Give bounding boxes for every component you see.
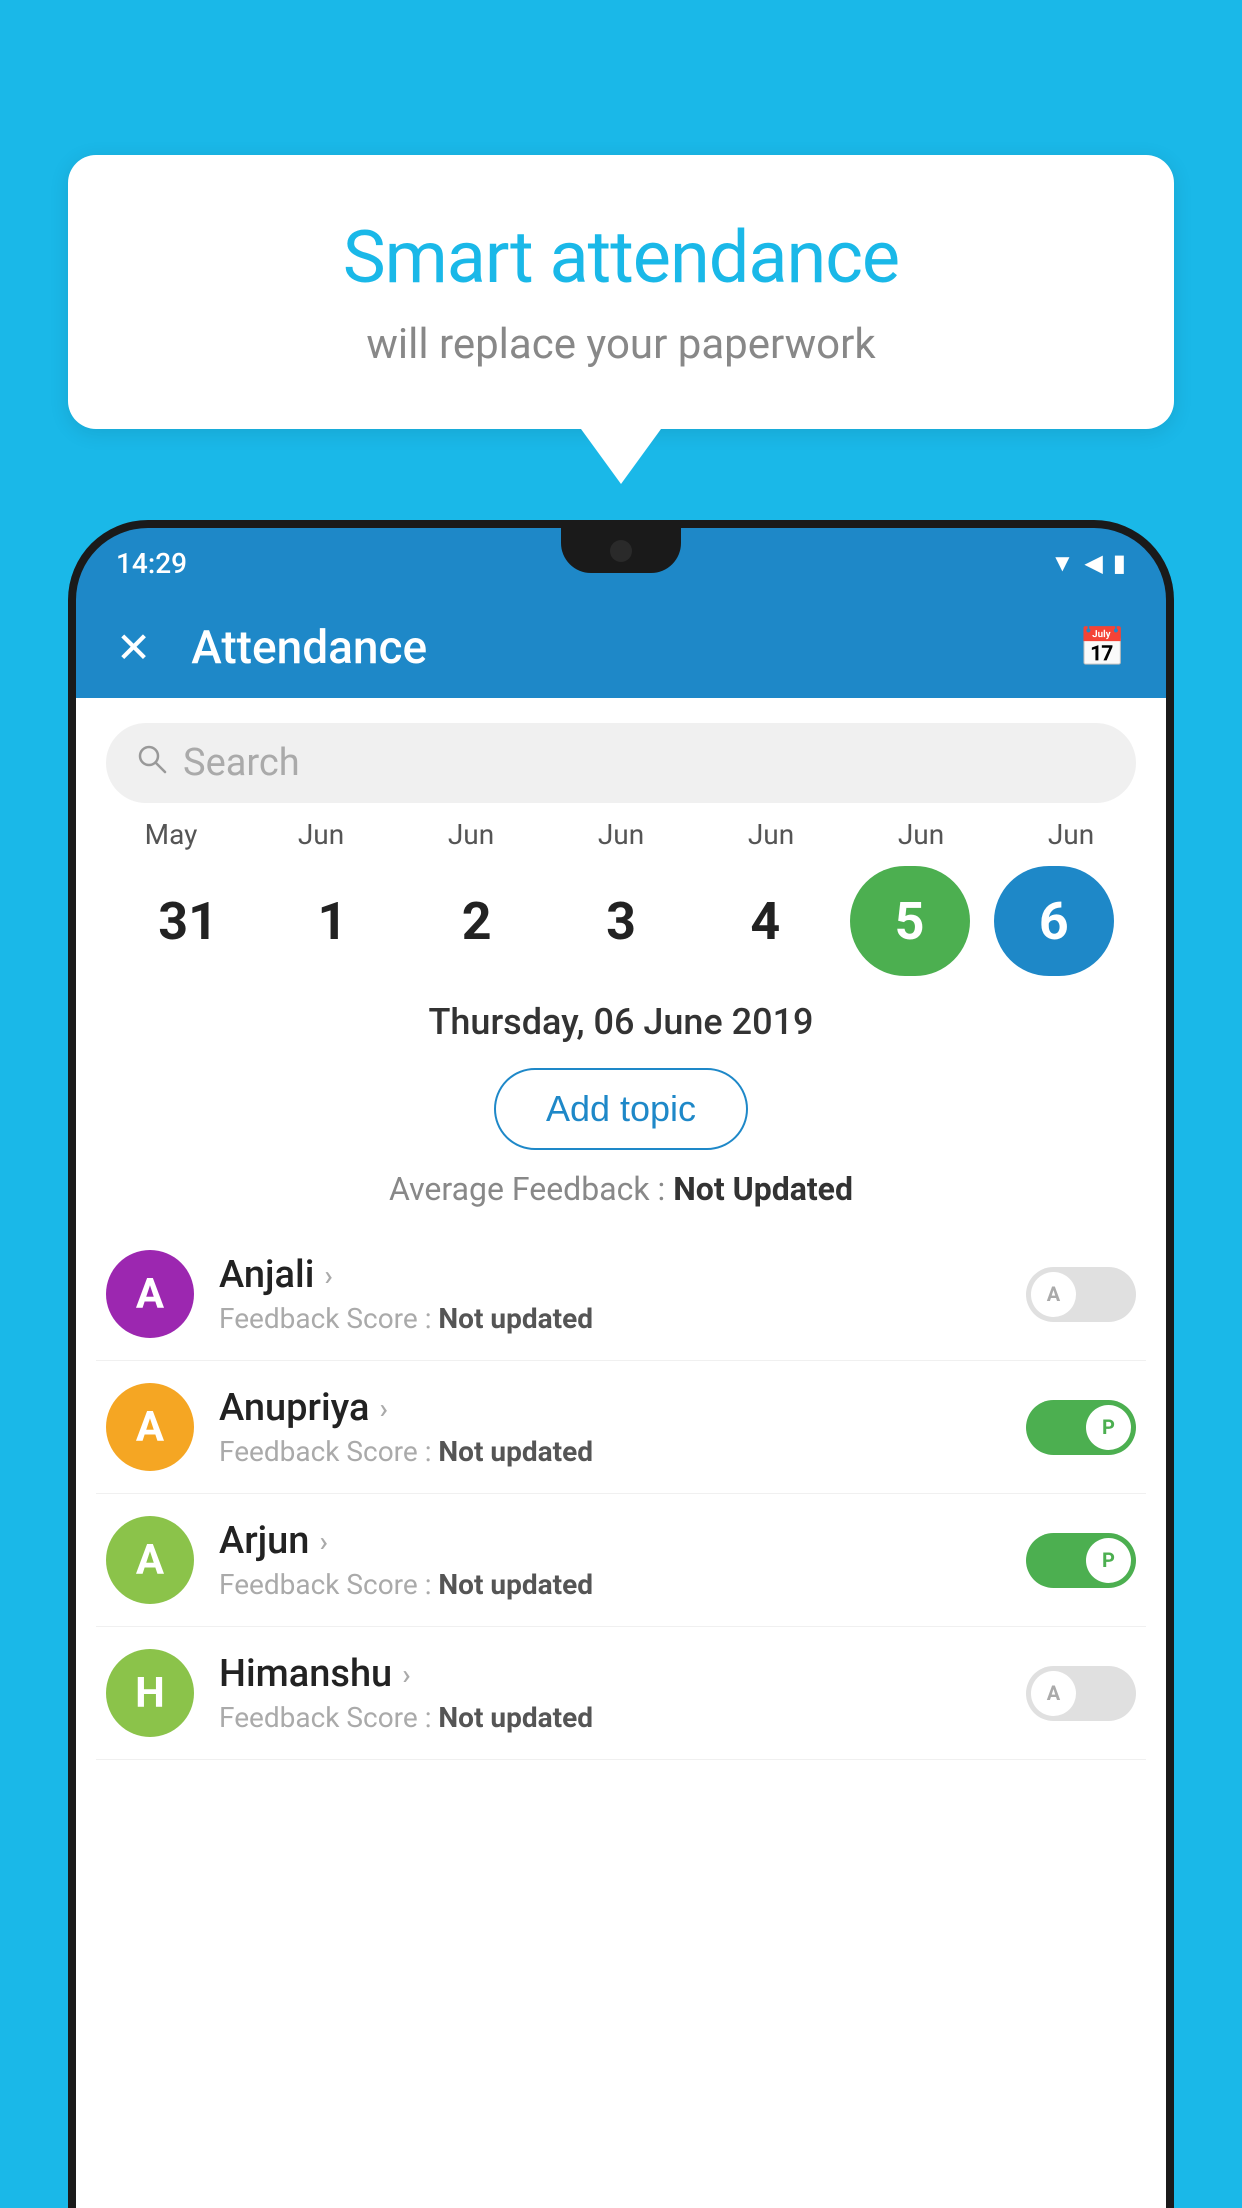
speech-bubble-title: Smart attendance	[128, 215, 1114, 300]
student-list: A Anjali › Feedback Score : Not updated …	[76, 1228, 1166, 1760]
screen-content: Search May Jun Jun Jun Jun Jun Jun	[76, 698, 1166, 2208]
student-item-himanshu[interactable]: H Himanshu › Feedback Score : Not update…	[96, 1627, 1146, 1760]
cal-month-3: Jun	[561, 818, 681, 851]
header-title: Attendance	[191, 621, 1078, 675]
chevron-icon: ›	[402, 1658, 410, 1691]
search-bar[interactable]: Search	[106, 723, 1136, 803]
cal-month-5: Jun	[861, 818, 981, 851]
toggle-knob-himanshu: A	[1031, 1671, 1076, 1716]
search-input[interactable]: Search	[183, 741, 300, 785]
cal-month-2: Jun	[411, 818, 531, 851]
student-name-anjali: Anjali ›	[219, 1253, 1026, 1297]
toggle-knob-anjali: A	[1031, 1272, 1076, 1317]
student-feedback-arjun: Feedback Score : Not updated	[219, 1568, 1026, 1601]
app-header: ✕ Attendance 📅	[76, 598, 1166, 698]
student-feedback-himanshu: Feedback Score : Not updated	[219, 1701, 1026, 1734]
cal-day-4[interactable]: 4	[705, 866, 825, 976]
status-time: 14:29	[116, 547, 187, 580]
avatar-anjali: A	[106, 1250, 194, 1338]
student-item-arjun[interactable]: A Arjun › Feedback Score : Not updated P	[96, 1494, 1146, 1627]
avatar-arjun: A	[106, 1516, 194, 1604]
student-info-arjun: Arjun › Feedback Score : Not updated	[219, 1519, 1026, 1601]
wifi-icon: ▼	[1051, 549, 1075, 578]
student-info-anjali: Anjali › Feedback Score : Not updated	[219, 1253, 1026, 1335]
toggle-arjun[interactable]: P	[1026, 1533, 1136, 1588]
cal-month-4: Jun	[711, 818, 831, 851]
camera	[610, 540, 632, 562]
status-icons: ▼ ◀ ▮	[1051, 549, 1126, 578]
calendar-section: May Jun Jun Jun Jun Jun Jun 31 1 2 3 4 5…	[76, 818, 1166, 976]
toggle-anupriya[interactable]: P	[1026, 1400, 1136, 1455]
cal-day-6[interactable]: 6	[994, 866, 1114, 976]
student-item-anupriya[interactable]: A Anupriya › Feedback Score : Not update…	[96, 1361, 1146, 1494]
cal-day-0[interactable]: 31	[128, 866, 248, 976]
student-name-anupriya: Anupriya ›	[219, 1386, 1026, 1430]
student-info-himanshu: Himanshu › Feedback Score : Not updated	[219, 1652, 1026, 1734]
close-button[interactable]: ✕	[116, 623, 151, 673]
speech-bubble-subtitle: will replace your paperwork	[128, 320, 1114, 369]
phone-frame: 14:29 ▼ ◀ ▮ ✕ Attendance 📅	[68, 520, 1174, 2208]
speech-bubble: Smart attendance will replace your paper…	[68, 155, 1174, 429]
selected-date: Thursday, 06 June 2019	[76, 976, 1166, 1058]
calendar-days: 31 1 2 3 4 5 6	[96, 856, 1146, 976]
student-name-arjun: Arjun ›	[219, 1519, 1026, 1563]
avatar-anupriya: A	[106, 1383, 194, 1471]
cal-day-1[interactable]: 1	[272, 866, 392, 976]
search-icon	[136, 743, 168, 783]
student-info-anupriya: Anupriya › Feedback Score : Not updated	[219, 1386, 1026, 1468]
cal-month-1: Jun	[261, 818, 381, 851]
toggle-knob-arjun: P	[1086, 1538, 1131, 1583]
toggle-himanshu[interactable]: A	[1026, 1666, 1136, 1721]
notch	[561, 528, 681, 573]
signal-icon: ◀	[1084, 549, 1102, 577]
avg-feedback-value: Not Updated	[673, 1170, 853, 1208]
avatar-himanshu: H	[106, 1649, 194, 1737]
cal-day-5[interactable]: 5	[850, 866, 970, 976]
avg-feedback-label: Average Feedback :	[389, 1170, 673, 1208]
student-name-himanshu: Himanshu ›	[219, 1652, 1026, 1696]
cal-day-3[interactable]: 3	[561, 866, 681, 976]
chevron-icon: ›	[324, 1259, 332, 1292]
cal-day-2[interactable]: 2	[417, 866, 537, 976]
speech-bubble-container: Smart attendance will replace your paper…	[68, 155, 1174, 484]
chevron-icon: ›	[379, 1392, 387, 1425]
avg-feedback: Average Feedback : Not Updated	[76, 1170, 1166, 1208]
student-feedback-anjali: Feedback Score : Not updated	[219, 1302, 1026, 1335]
cal-month-6: Jun	[1011, 818, 1131, 851]
student-feedback-anupriya: Feedback Score : Not updated	[219, 1435, 1026, 1468]
calendar-icon[interactable]: 📅	[1079, 626, 1126, 670]
battery-icon: ▮	[1113, 549, 1126, 577]
add-topic-button[interactable]: Add topic	[494, 1068, 748, 1150]
toggle-anjali[interactable]: A	[1026, 1267, 1136, 1322]
student-item-anjali[interactable]: A Anjali › Feedback Score : Not updated …	[96, 1228, 1146, 1361]
cal-month-0: May	[111, 818, 231, 851]
chevron-icon: ›	[319, 1525, 327, 1558]
speech-bubble-tail	[581, 429, 661, 484]
phone-inner: 14:29 ▼ ◀ ▮ ✕ Attendance 📅	[76, 528, 1166, 2208]
toggle-knob-anupriya: P	[1086, 1405, 1131, 1450]
